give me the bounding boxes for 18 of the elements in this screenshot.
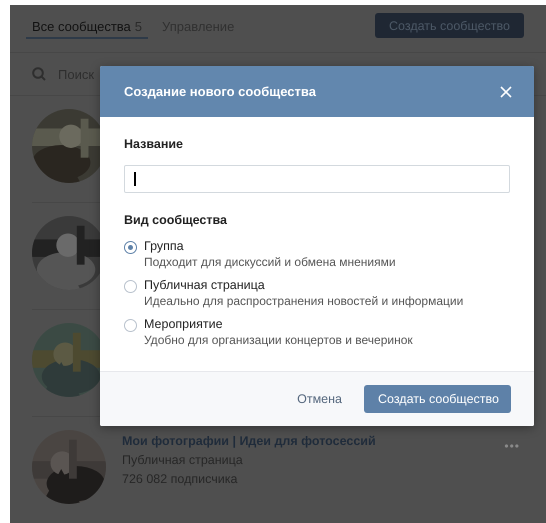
radio-button[interactable] bbox=[124, 280, 137, 293]
option-description: Подходит для дискуссий и обмена мнениями bbox=[144, 255, 396, 269]
create-community-button[interactable]: Создать сообщество bbox=[364, 385, 511, 413]
cancel-button[interactable]: Отмена bbox=[281, 385, 358, 413]
more-menu[interactable]: ••• bbox=[504, 439, 520, 453]
option-description: Идеально для распространения новостей и информации bbox=[144, 294, 464, 308]
close-icon[interactable] bbox=[500, 86, 512, 98]
search-icon bbox=[32, 67, 46, 81]
section-label: Вид сообщества bbox=[124, 213, 228, 227]
option-label[interactable]: Мероприятие bbox=[144, 317, 413, 331]
name-field[interactable] bbox=[124, 165, 510, 193]
option-label[interactable]: Группа bbox=[144, 239, 396, 253]
dialog-title: Создание нового сообщества bbox=[124, 84, 316, 99]
field-label: Название bbox=[124, 137, 184, 151]
radio-button[interactable] bbox=[124, 241, 137, 254]
option-label[interactable]: Публичная страница bbox=[144, 278, 464, 292]
radio-button[interactable] bbox=[124, 319, 137, 332]
option-description: Удобно для организации концертов и вечеринок bbox=[144, 333, 413, 347]
